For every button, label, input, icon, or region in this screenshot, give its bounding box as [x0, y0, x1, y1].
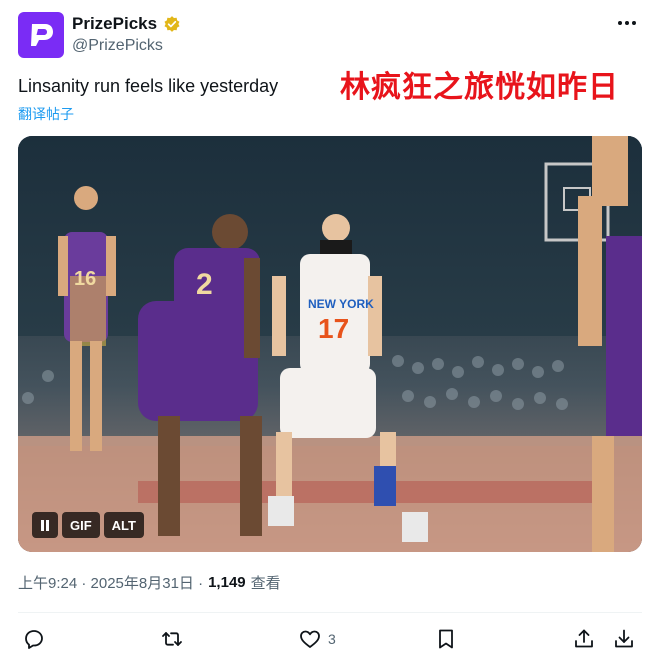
more-dot [632, 21, 636, 25]
views-count: 1,149 [208, 574, 246, 591]
retweet-button[interactable] [160, 627, 184, 651]
jersey-16: 16 [74, 268, 96, 290]
media-gif[interactable]: 16 2 NEW YORK 17 GIF ALT [18, 136, 642, 552]
download-icon [615, 629, 633, 648]
gif-badge: GIF [62, 512, 100, 538]
retweet-icon [162, 632, 182, 646]
bookmark-icon [439, 629, 453, 649]
author-name-row: PrizePicks [72, 14, 181, 34]
more-dot [625, 21, 629, 25]
views-label: 查看 [250, 575, 281, 592]
reply-icon [25, 630, 43, 649]
like-button[interactable]: 3 [298, 627, 336, 651]
jersey-17: 17 [318, 313, 349, 344]
more-options-button[interactable] [618, 16, 640, 30]
reply-button[interactable] [22, 627, 46, 651]
tweet-meta: 上午9:24 · 2025年8月31日 · 1,149 查看 [18, 572, 281, 593]
like-count: 3 [328, 631, 336, 647]
author-handle[interactable]: @PrizePicks [72, 37, 163, 55]
media-controls: GIF ALT [32, 512, 144, 538]
bookmark-button[interactable] [434, 627, 458, 651]
display-name[interactable]: PrizePicks [72, 14, 157, 34]
pause-icon [40, 519, 50, 531]
more-horizontal-icon [618, 21, 622, 25]
tweet-text: Linsanity run feels like yesterday [18, 76, 279, 96]
timestamp[interactable]: 上午9:24 · 2025年8月31日 · [18, 572, 203, 593]
heart-icon [300, 630, 320, 648]
basketball-gif-frame: 16 2 NEW YORK 17 [18, 136, 642, 552]
share-icon [575, 629, 593, 648]
divider [18, 612, 642, 613]
action-bar: 3 [22, 624, 638, 654]
pause-button[interactable] [32, 512, 58, 538]
prizepicks-logo-icon [31, 24, 53, 46]
chinese-caption-overlay: 林疯狂之旅恍如昨日 [340, 70, 619, 105]
verified-badge-icon [164, 16, 180, 32]
share-button[interactable] [572, 627, 596, 651]
avatar[interactable] [18, 12, 64, 58]
alt-text-button[interactable]: ALT [103, 512, 144, 538]
jersey-2: 2 [196, 268, 213, 301]
translate-post-link[interactable]: 翻译帖子 [18, 104, 74, 124]
download-button[interactable] [612, 627, 636, 651]
jersey-team-text: NEW YORK [308, 297, 374, 311]
